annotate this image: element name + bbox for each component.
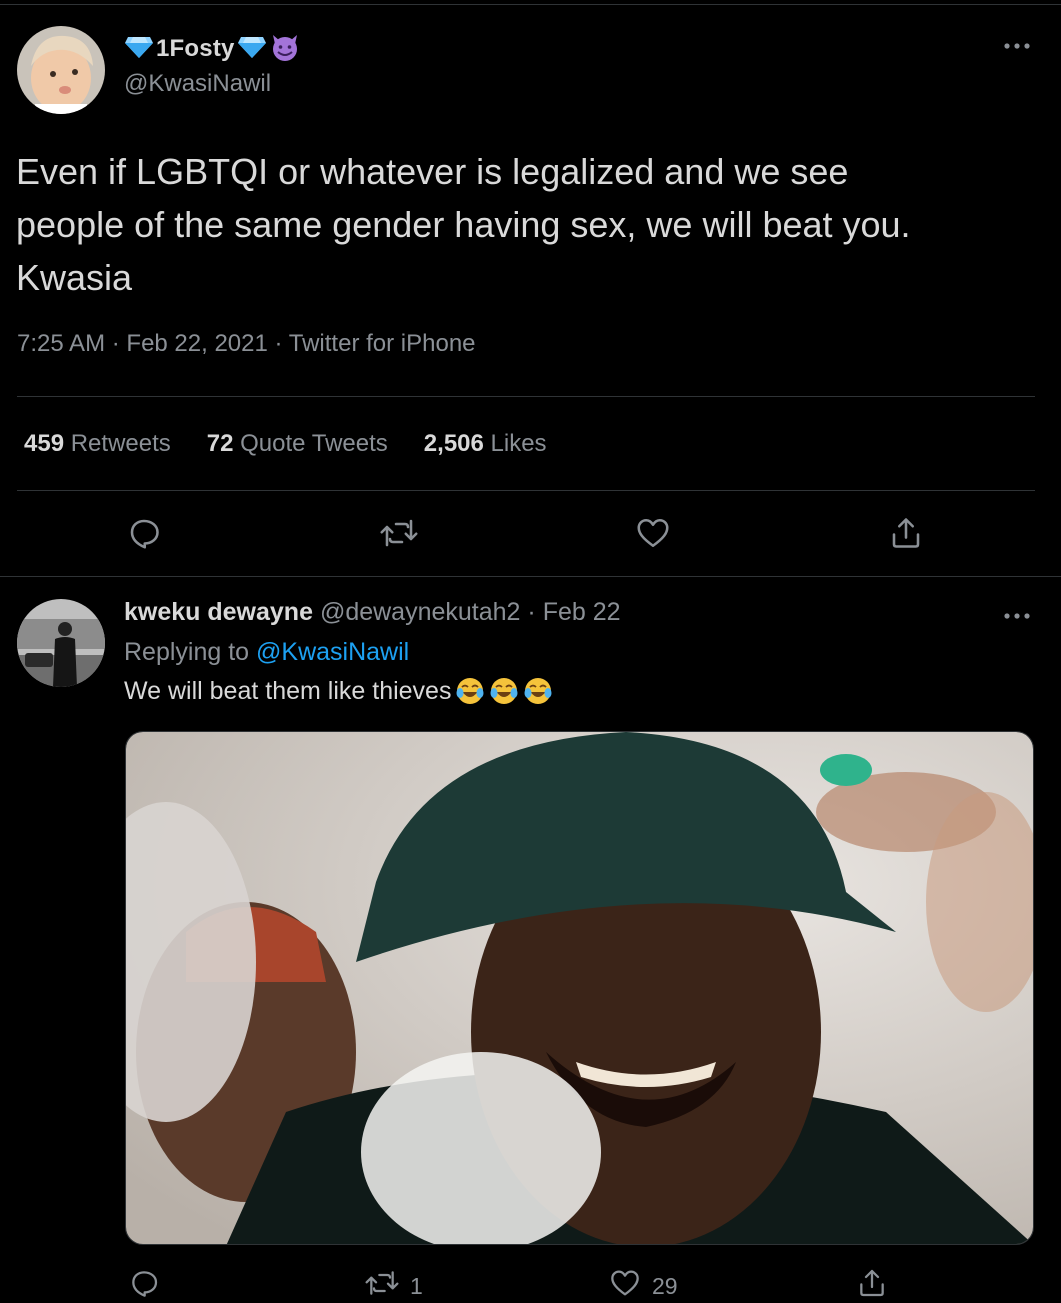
gem-icon — [124, 35, 154, 64]
like-count: 29 — [652, 1272, 678, 1299]
divider — [17, 396, 1035, 397]
tweet-meta: 7:25 AM · Feb 22, 2021 · Twitter for iPh… — [17, 330, 476, 358]
smiling-imp-icon — [269, 31, 301, 68]
top-border — [0, 4, 1061, 5]
retweet-button[interactable]: 1 — [364, 1268, 423, 1303]
engagement-stats: 459 Retweets 72 Quote Tweets 2,506 Likes — [24, 424, 547, 464]
reply-icon — [126, 515, 162, 556]
tweet-date[interactable]: Feb 22, 2021 — [126, 330, 267, 357]
reply-text-row: We will beat them like thieves — [124, 676, 553, 706]
more-options-icon[interactable] — [1002, 36, 1032, 56]
reply-button[interactable] — [128, 1268, 160, 1303]
reply-text: We will beat them like thieves — [124, 676, 452, 705]
avatar[interactable] — [17, 26, 105, 114]
replying-prefix: Replying to — [124, 638, 250, 666]
handle[interactable]: @KwasiNawil — [124, 70, 271, 98]
reply-handle[interactable]: @dewaynekutah2 — [320, 598, 521, 626]
share-icon — [856, 1267, 888, 1303]
retweets-stat[interactable]: 459 Retweets — [24, 430, 171, 458]
tweet-source[interactable]: Twitter for iPhone — [289, 330, 476, 357]
like-button[interactable]: 29 — [608, 1268, 678, 1303]
quote-tweets-label: Quote Tweets — [240, 430, 388, 457]
likes-label: Likes — [490, 430, 547, 457]
heart-icon — [608, 1267, 642, 1303]
reply-date[interactable]: Feb 22 — [543, 598, 621, 626]
retweets-count: 459 — [24, 430, 65, 457]
likes-count: 2,506 — [423, 430, 484, 457]
likes-stat[interactable]: 2,506 Likes — [424, 430, 547, 458]
share-icon — [888, 515, 924, 556]
quote-tweets-count: 72 — [206, 430, 234, 457]
reply-header: kweku dewayne @dewaynekutah2 · Feb 22 — [124, 598, 621, 627]
tweet-separator — [0, 576, 1061, 577]
tweet-text: Even if LGBTQI or whatever is legalized … — [16, 151, 911, 298]
mention-link[interactable]: @KwasiNawil — [256, 638, 409, 666]
display-name-row[interactable]: 1Fosty — [124, 32, 301, 66]
divider — [17, 490, 1035, 491]
more-options-icon[interactable] — [1002, 606, 1032, 626]
heart-icon — [634, 515, 672, 556]
like-button[interactable] — [633, 515, 673, 555]
gem-icon — [237, 35, 267, 64]
display-name[interactable]: 1Fosty — [156, 35, 235, 63]
meta-separator: · — [527, 598, 543, 626]
retweet-count: 1 — [410, 1272, 423, 1299]
tears-of-joy-icon — [489, 676, 519, 706]
retweet-icon — [364, 1267, 400, 1303]
share-button[interactable] — [856, 1268, 888, 1303]
tears-of-joy-icon — [455, 676, 485, 706]
meta-separator: · — [111, 330, 127, 357]
tears-of-joy-icon — [523, 676, 553, 706]
reply-icon — [128, 1267, 160, 1303]
replying-to: Replying to @KwasiNawil — [124, 638, 409, 667]
meta-separator: · — [274, 330, 289, 357]
reply-button[interactable] — [124, 515, 164, 555]
share-button[interactable] — [886, 515, 926, 555]
quote-tweets-stat[interactable]: 72 Quote Tweets — [207, 430, 388, 458]
reply-display-name[interactable]: kweku dewayne — [124, 598, 313, 626]
retweet-button[interactable] — [379, 515, 419, 555]
retweet-icon — [379, 515, 419, 556]
tweet-time[interactable]: 7:25 AM — [17, 330, 105, 357]
media-image[interactable] — [125, 731, 1034, 1245]
retweets-label: Retweets — [70, 430, 171, 457]
avatar[interactable] — [17, 599, 105, 687]
